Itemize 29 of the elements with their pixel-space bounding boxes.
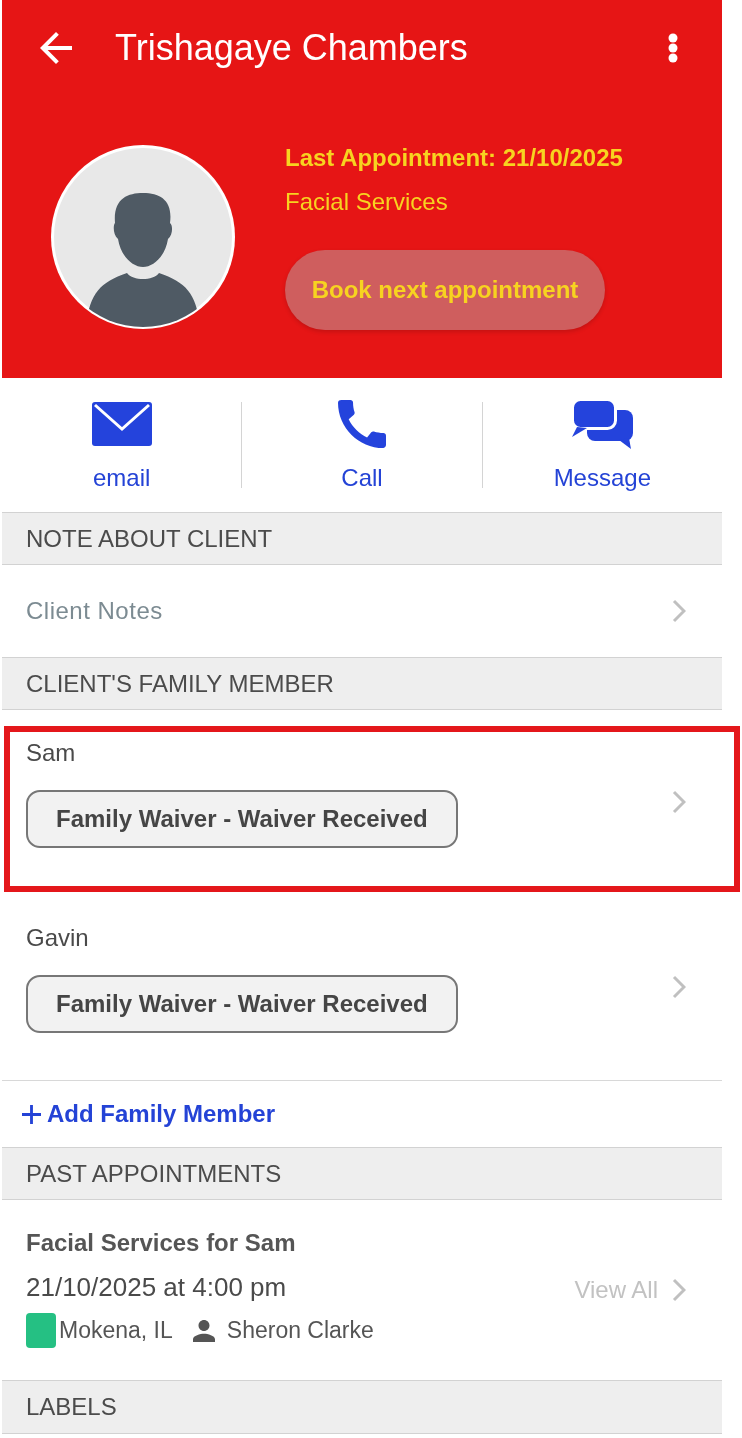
member-name: Sam: [26, 738, 76, 768]
plus-icon: [22, 1104, 41, 1124]
section-heading: PAST APPOINTMENTS: [26, 1158, 282, 1189]
member-name: Gavin: [26, 923, 89, 953]
service-text: Facial Services: [285, 187, 448, 217]
section-heading: NOTE ABOUT CLIENT: [26, 523, 273, 554]
waiver-status-tag: Family Waiver - Waiver Received: [26, 790, 458, 848]
section-heading: CLIENT'S FAMILY MEMBER: [26, 668, 334, 699]
location-text: Mokena, IL: [59, 1317, 173, 1344]
chevron-icon: [672, 599, 686, 623]
call-button[interactable]: Call: [330, 378, 394, 493]
waiver-status-tag: Family Waiver - Waiver Received: [26, 975, 458, 1033]
phone-icon: [338, 400, 386, 448]
back-arrow-icon[interactable]: [40, 32, 72, 64]
chat-bubbles-icon: [571, 398, 634, 450]
more-options-icon[interactable]: [668, 33, 678, 63]
section-heading: LABELS: [26, 1392, 117, 1422]
chevron-icon: [672, 1278, 686, 1302]
message-button[interactable]: Message: [545, 378, 659, 493]
appointment-title: Facial Services for Sam: [26, 1228, 296, 1258]
appointment-datetime: 21/10/2025 at 4:00 pm: [26, 1271, 287, 1303]
add-family-member-link[interactable]: Add Family Member: [22, 1099, 276, 1129]
staff-name: Sheron Clarke: [226, 1317, 374, 1344]
email-button[interactable]: email: [83, 378, 160, 493]
person-icon: [192, 1319, 215, 1342]
envelope-icon: [91, 402, 152, 446]
last-appointment-text: Last Appointment: 21/10/2025: [285, 143, 623, 173]
client-notes-item[interactable]: Client Notes: [2, 581, 722, 641]
client-name-title: Trishagaye Chambers: [115, 26, 468, 70]
